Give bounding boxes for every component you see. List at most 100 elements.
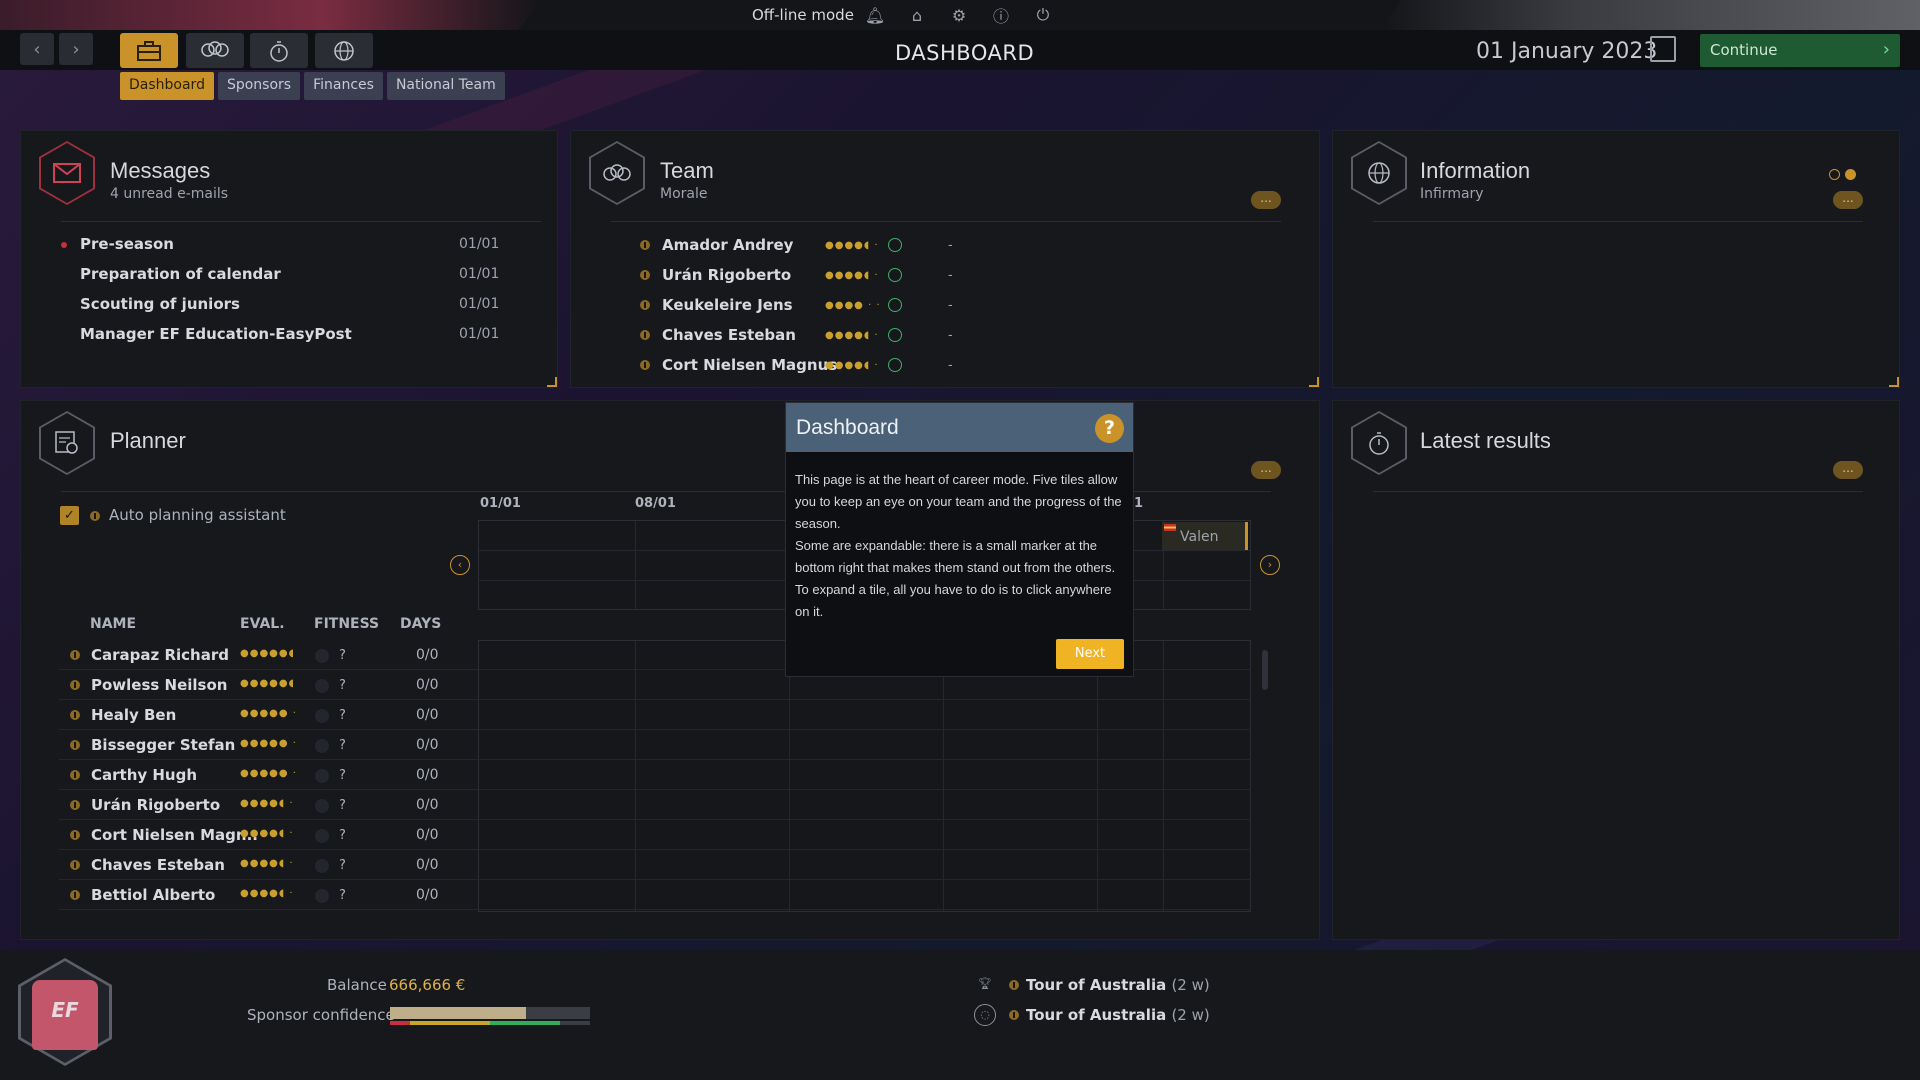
info-icon[interactable] — [70, 770, 80, 780]
info-icon[interactable] — [640, 360, 650, 370]
table-row[interactable]: Chaves Esteban ●●●●◖ · ? 0/0 — [59, 850, 1251, 880]
forward-button[interactable]: › — [59, 33, 93, 65]
table-row[interactable]: Bettiol Alberto ●●●●◖ · ? 0/0 — [59, 880, 1251, 910]
days-value: 0/0 — [416, 767, 439, 783]
info-icon[interactable] — [640, 330, 650, 340]
mode-world-button[interactable] — [315, 33, 373, 68]
team-tile[interactable]: Team Morale ... — [570, 130, 1320, 388]
info-icon[interactable] — [70, 710, 80, 720]
message-item[interactable]: Scouting of juniors — [80, 295, 240, 313]
dialog-title: Dashboard — [796, 416, 899, 439]
tab-finances[interactable]: Finances — [304, 72, 383, 100]
info-icon[interactable] — [90, 511, 100, 521]
help-icon[interactable]: ? — [1095, 414, 1124, 443]
unread-indicator — [61, 242, 67, 248]
rider-name: Keukeleire Jens — [662, 296, 793, 314]
information-tile[interactable]: Information Infirmary ... — [1332, 130, 1900, 388]
column-header-fitness[interactable]: FITNESS — [314, 616, 379, 632]
team-rider-row[interactable]: Cort Nielsen Magnus ●●●●◖ · - — [640, 354, 953, 376]
message-item[interactable]: Manager EF Education-EasyPost — [80, 325, 352, 343]
messages-tile[interactable]: Messages 4 unread e-mails — [20, 130, 558, 388]
tab-sponsors[interactable]: Sponsors — [217, 72, 301, 100]
message-date: 01/01 — [459, 296, 500, 312]
latest-results-more-button[interactable]: ... — [1833, 461, 1863, 479]
calendar-column-date: 01/01 — [480, 496, 521, 511]
column-header-name[interactable]: NAME — [90, 616, 136, 632]
information-subtitle: Infirmary — [1420, 186, 1484, 202]
stopwatch-icon — [1369, 432, 1389, 455]
back-button[interactable]: ‹ — [20, 33, 54, 65]
info-icon[interactable] — [640, 270, 650, 280]
information-tile-icon — [1351, 141, 1407, 205]
team-rider-row[interactable]: Keukeleire Jens ●●●● · · - — [640, 294, 953, 316]
rating-stars: ●●●●● · — [240, 738, 297, 749]
team-jersey-icon: EF — [32, 980, 98, 1050]
page-dot-active[interactable] — [1845, 169, 1856, 180]
tab-national-team[interactable]: National Team — [386, 72, 505, 100]
info-icon[interactable] — [70, 890, 80, 900]
planner-more-button[interactable]: ... — [1251, 461, 1281, 479]
info-icon[interactable] — [640, 300, 650, 310]
info-icon[interactable] — [70, 800, 80, 810]
info-icon[interactable]: ⓘ — [990, 4, 1012, 26]
bell-icon[interactable]: 🔔︎ — [864, 4, 886, 26]
info-icon[interactable] — [70, 680, 80, 690]
tab-dashboard[interactable]: Dashboard — [120, 72, 214, 100]
mode-race-button[interactable] — [250, 33, 308, 68]
race-block[interactable]: Valen — [1162, 522, 1248, 550]
table-row[interactable]: Urán Rigoberto ●●●●◖ · ? 0/0 — [59, 790, 1251, 820]
top-bar-decoration — [0, 0, 540, 30]
team-more-button[interactable]: ... — [1251, 191, 1281, 209]
table-scrollbar[interactable] — [1262, 650, 1268, 690]
days-value: 0/0 — [416, 857, 439, 873]
table-row[interactable]: Bissegger Stefan ●●●●● · ? 0/0 — [59, 730, 1251, 760]
power-icon[interactable]: ⏻ — [1032, 4, 1054, 26]
information-more-button[interactable]: ... — [1833, 191, 1863, 209]
table-row[interactable]: Healy Ben ●●●●● · ? 0/0 — [59, 700, 1251, 730]
column-header-eval[interactable]: EVAL. — [240, 616, 285, 632]
message-date: 01/01 — [459, 236, 500, 252]
latest-results-tile[interactable]: Latest results ... — [1332, 400, 1900, 940]
divider — [611, 221, 1281, 222]
team-rider-row[interactable]: Chaves Esteban ●●●●◖ · - — [640, 324, 953, 346]
mode-team-button[interactable] — [186, 33, 244, 68]
info-icon[interactable] — [70, 830, 80, 840]
morale-value: - — [948, 237, 953, 253]
home-icon[interactable]: ⌂ — [906, 4, 928, 26]
top-status-bar: Off-line mode 🔔︎ ⌂ ⚙ ⓘ ⏻ — [0, 0, 1920, 30]
fitness-value: ? — [339, 768, 346, 783]
column-header-days[interactable]: DAYS — [400, 616, 441, 632]
team-rider-row[interactable]: Urán Rigoberto ●●●●◖ · - — [640, 264, 953, 286]
dialog-paragraph: This page is at the heart of career mode… — [795, 472, 1122, 531]
calendar-icon[interactable] — [1650, 36, 1676, 62]
page-dot[interactable] — [1829, 169, 1840, 180]
info-icon[interactable] — [1009, 980, 1019, 990]
sponsor-confidence-fill — [390, 1007, 526, 1019]
table-row[interactable]: Carthy Hugh ●●●●● · ? 0/0 — [59, 760, 1251, 790]
mode-management-button[interactable] — [120, 33, 178, 68]
team-rider-row[interactable]: Amador Andrey ●●●●◖ · - — [640, 234, 953, 256]
continue-button[interactable]: Continue › — [1700, 34, 1900, 67]
fitness-indicator — [315, 829, 329, 843]
auto-planning-checkbox[interactable]: ✓ — [60, 506, 79, 525]
days-value: 0/0 — [416, 737, 439, 753]
info-icon[interactable] — [1009, 1010, 1019, 1020]
gear-icon[interactable]: ⚙ — [948, 4, 970, 26]
calendar-prev-button[interactable]: ‹ — [450, 555, 470, 575]
table-row[interactable]: Cort Nielsen Magn.. ●●●●◖ · ? 0/0 — [59, 820, 1251, 850]
info-icon[interactable] — [70, 860, 80, 870]
message-item[interactable]: Pre-season — [80, 235, 174, 253]
info-icon[interactable] — [70, 650, 80, 660]
info-icon[interactable] — [640, 240, 650, 250]
message-item[interactable]: Preparation of calendar — [80, 265, 281, 283]
team-icon — [201, 40, 229, 57]
page-title: DASHBOARD — [895, 41, 1035, 65]
team-icon — [603, 164, 631, 181]
calendar-next-button[interactable]: › — [1260, 555, 1280, 575]
rider-name: Cort Nielsen Magn.. — [91, 826, 258, 844]
result-item[interactable]: Tour of Australia (2 w) — [1026, 976, 1210, 994]
result-item[interactable]: Tour of Australia (2 w) — [1026, 1006, 1210, 1024]
next-button[interactable]: Next — [1056, 639, 1124, 669]
rider-name: Chaves Esteban — [662, 326, 796, 344]
info-icon[interactable] — [70, 740, 80, 750]
